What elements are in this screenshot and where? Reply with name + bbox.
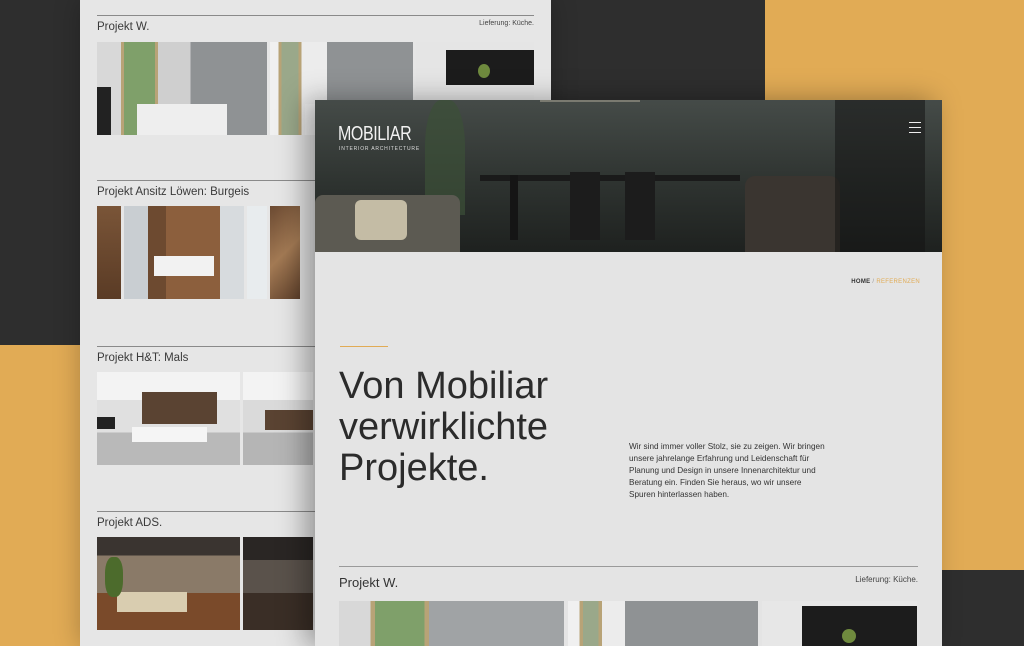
- project-section: Projekt W. Lieferung: Küche.: [97, 15, 534, 33]
- front-page-mockup: MOBILIAR INTERIOR ARCHITECTURE HOME / RE…: [315, 100, 942, 646]
- divider: [339, 566, 918, 567]
- project-photo[interactable]: [243, 372, 313, 465]
- project-photo[interactable]: [270, 206, 300, 299]
- logo-tagline: INTERIOR ARCHITECTURE: [339, 146, 420, 152]
- project-gallery: [97, 537, 313, 630]
- project-title[interactable]: Projekt W.: [97, 21, 534, 33]
- project-meta: Lieferung: Küche.: [479, 20, 534, 27]
- page-title: Von Mobiliar verwirklichte Projekte.: [339, 365, 549, 489]
- breadcrumb: HOME / REFERENZEN: [851, 279, 920, 285]
- project-gallery: [339, 601, 917, 646]
- project-section: Projekt W. Lieferung: Küche.: [339, 566, 918, 590]
- breadcrumb-current: REFERENZEN: [876, 279, 920, 285]
- project-photo[interactable]: [97, 372, 240, 465]
- project-gallery: [97, 206, 300, 299]
- accent-divider: [340, 346, 388, 347]
- breadcrumb-home[interactable]: HOME: [851, 279, 870, 285]
- project-photo[interactable]: [124, 206, 244, 299]
- project-gallery: [97, 372, 313, 465]
- project-photo[interactable]: [97, 42, 267, 135]
- intro-text: Wir sind immer voller Stolz, sie zu zeig…: [629, 442, 825, 499]
- project-photo[interactable]: [243, 537, 313, 630]
- hamburger-icon[interactable]: [909, 122, 921, 137]
- divider: [97, 15, 534, 16]
- project-photo[interactable]: [97, 206, 121, 299]
- project-photo[interactable]: [247, 206, 267, 299]
- project-title[interactable]: Projekt W.: [339, 575, 918, 590]
- logo[interactable]: MOBILIAR: [338, 124, 412, 144]
- project-photo[interactable]: [97, 537, 240, 630]
- project-photo[interactable]: [762, 601, 917, 646]
- project-photo[interactable]: [339, 601, 564, 646]
- hero-image: MOBILIAR INTERIOR ARCHITECTURE: [315, 100, 942, 252]
- project-meta: Lieferung: Küche.: [855, 575, 918, 584]
- project-photo[interactable]: [568, 601, 758, 646]
